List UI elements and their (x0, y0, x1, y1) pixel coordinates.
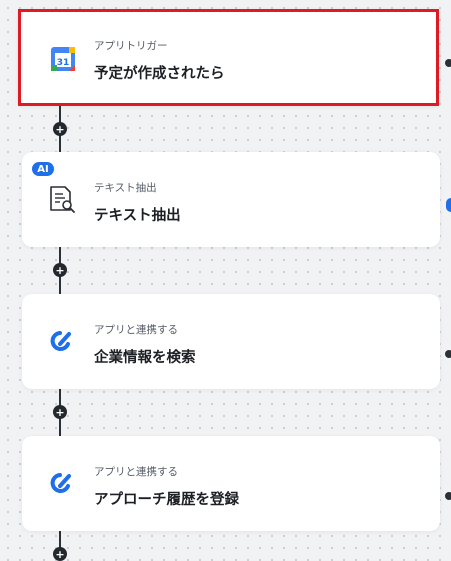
calendar-icon-text: 31 (57, 58, 70, 68)
step-title: テキスト抽出 (94, 208, 181, 224)
app-link-icon (46, 326, 76, 356)
step-subtitle: アプリと連携する (94, 466, 178, 478)
add-step-button[interactable]: + (53, 547, 67, 561)
branch-handle[interactable] (445, 350, 451, 358)
add-step-button[interactable]: + (53, 263, 67, 277)
step-title: 企業情報を検索 (94, 350, 196, 366)
app-link-icon (46, 468, 76, 498)
branch-handle[interactable] (445, 59, 451, 67)
step-subtitle: アプリと連携する (94, 324, 178, 336)
branch-handle[interactable] (446, 198, 451, 212)
step-title: 予定が作成されたら (94, 66, 225, 82)
add-step-button[interactable]: + (53, 405, 67, 419)
step-subtitle: アプリトリガー (94, 40, 168, 52)
ai-badge: AI (30, 160, 56, 178)
document-search-icon (46, 184, 76, 214)
step-card-search-company[interactable]: アプリと連携する 企業情報を検索 (22, 294, 440, 389)
step-card-register-history[interactable]: アプリと連携する アプローチ履歴を登録 (22, 436, 440, 531)
branch-handle[interactable] (445, 492, 451, 500)
step-card-trigger[interactable]: 31 アプリトリガー 予定が作成されたら (18, 9, 439, 106)
google-calendar-icon: 31 (49, 45, 79, 75)
step-card-text-extraction[interactable]: テキスト抽出 テキスト抽出 (22, 152, 440, 247)
step-subtitle: テキスト抽出 (94, 182, 157, 194)
add-step-button[interactable]: + (53, 122, 67, 136)
step-title: アプローチ履歴を登録 (94, 492, 239, 508)
